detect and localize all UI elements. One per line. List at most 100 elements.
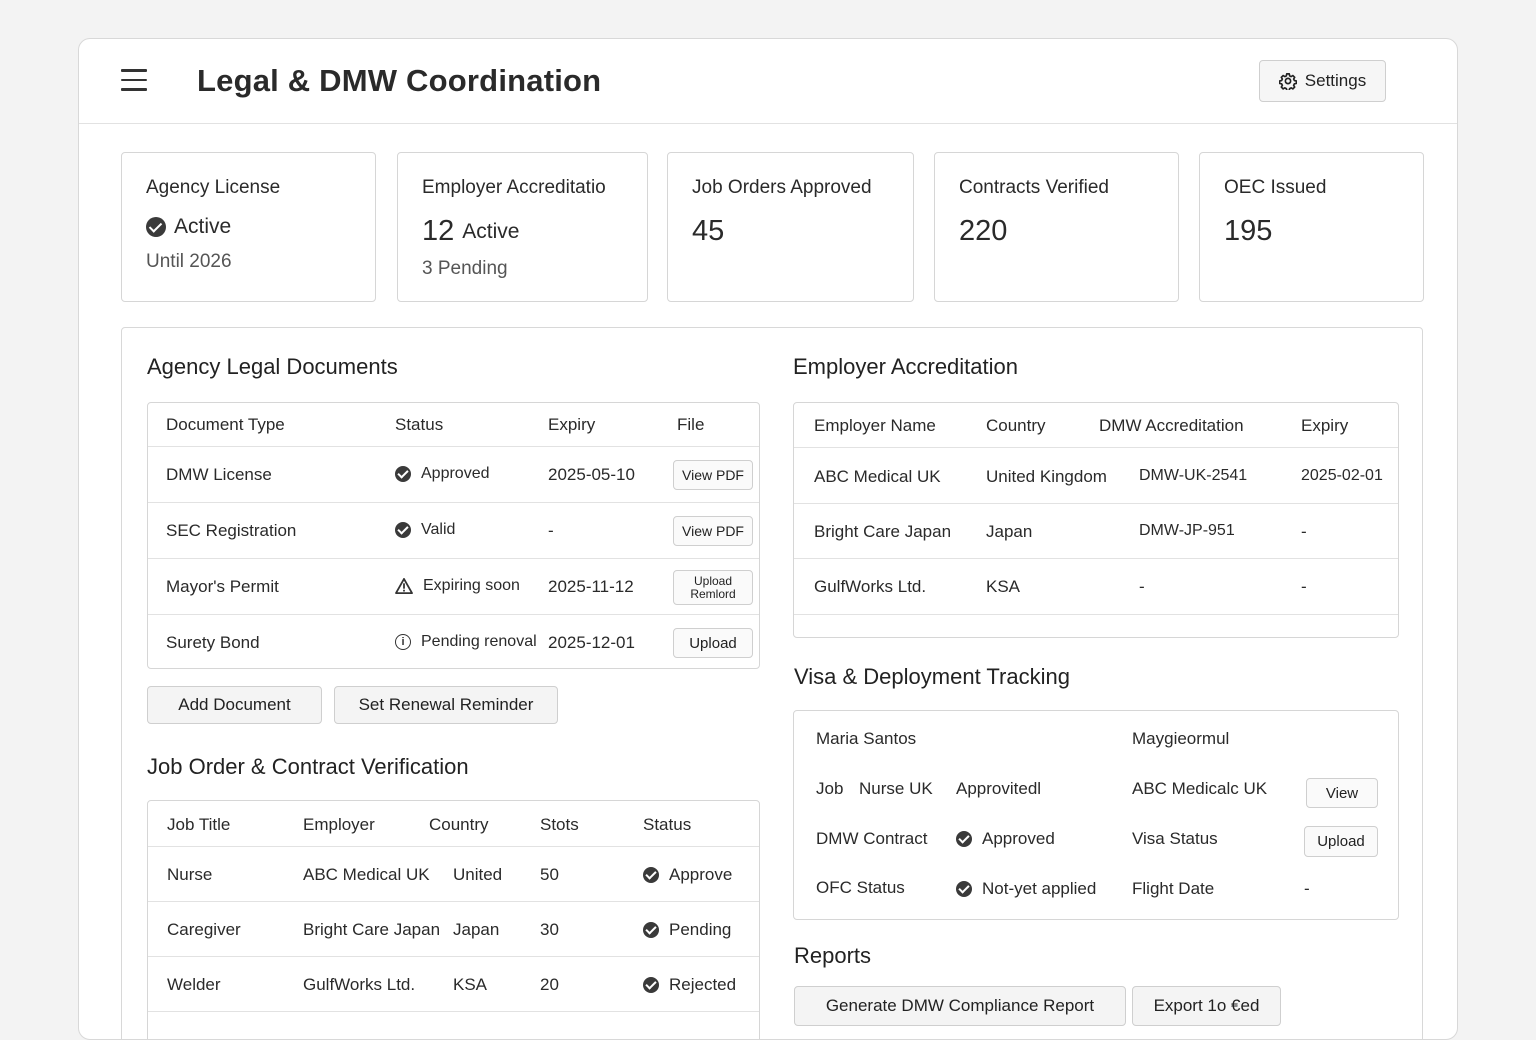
job-label: Job (816, 779, 844, 798)
employer-expiry: - (1301, 577, 1307, 596)
check-circle-icon (643, 922, 659, 938)
column-header: Country (429, 815, 489, 834)
status-text: Pending renoval (421, 633, 537, 650)
column-header: File (677, 415, 705, 434)
job-slots: 50 (540, 865, 559, 884)
employer-accreditation-title: Employer Accreditation (793, 354, 1018, 379)
settings-button[interactable]: Settings (1259, 60, 1386, 102)
doc-type: DMW License (166, 465, 272, 484)
doc-status: i Pending renoval (395, 633, 537, 651)
stat-card-oec: OEC Issued 195 (1199, 152, 1424, 302)
ofc-status: Not-yet applied (956, 879, 1096, 899)
doc-type: Mayor's Permit (166, 577, 279, 596)
job-status: Rejected (643, 975, 736, 995)
job-slots: 30 (540, 920, 559, 939)
column-header: Stots (540, 815, 579, 834)
status-text: Expiring soon (423, 577, 520, 594)
status-text: Rejected (669, 975, 737, 994)
status-text: Approved (982, 829, 1055, 848)
view-pdf-button[interactable]: View PDF (673, 516, 753, 546)
doc-type: SEC Registration (166, 521, 297, 540)
job-employer: ABC Medical UK (303, 865, 430, 884)
table-row: Surety Bond i Pending renoval 2025-12-01 … (148, 615, 759, 670)
table-header-row: Job Title Employer Country Stots Status (148, 801, 759, 847)
job-orders-title: Job Order & Contract Verification (147, 754, 469, 779)
gear-icon (1278, 73, 1297, 90)
worker-extra: Maygieormul (1132, 729, 1230, 748)
contract-status: Approved (956, 829, 1055, 849)
main-panel: Agency Legal Documents Document Type Sta… (121, 327, 1423, 1039)
check-circle-icon (146, 217, 166, 237)
job-country: Japan (453, 920, 500, 939)
employer-expiry: - (1301, 522, 1307, 541)
hamburger-menu-icon[interactable] (121, 69, 147, 91)
job-title: Welder (167, 975, 221, 994)
table-row: Caregiver Bright Care Japan Japan 30 Pen… (148, 902, 759, 957)
table-row: GulfWorks Ltd. KSA - - (794, 559, 1398, 615)
contract-label: DMW Contract (816, 829, 928, 848)
table-row: Welder GulfWorks Ltd. KSA 20 Rejected (148, 957, 759, 1012)
column-header: Employer Name (814, 416, 936, 435)
stat-value: 220 (959, 215, 1008, 247)
visa-label: Visa Status (1132, 829, 1218, 848)
doc-type: Surety Bond (166, 633, 260, 652)
view-pdf-button[interactable]: View PDF (673, 460, 753, 490)
job-title: Caregiver (167, 920, 241, 939)
page-title: Legal & DMW Coordination (197, 63, 602, 98)
table-row: Nurse ABC Medical UK United 50 Approve (148, 847, 759, 902)
job-country: United (453, 865, 503, 884)
job-country: KSA (453, 975, 488, 994)
warning-icon (395, 578, 413, 594)
upload-button[interactable]: Upload (1304, 826, 1378, 857)
generate-report-button[interactable]: Generate DMW Compliance Report (794, 986, 1126, 1026)
status-text: Valid (421, 521, 456, 538)
job-status: Approve (643, 865, 732, 885)
column-header: Status (643, 815, 692, 834)
employer-accreditation-id: DMW-UK-2541 (1139, 467, 1248, 484)
flight-value: - (1304, 879, 1310, 898)
table-row: Bright Care Japan Japan DMW-JP-951 - (794, 504, 1398, 559)
employer-accreditation-id: DMW-JP-951 (1139, 522, 1235, 539)
status-text: Approve (669, 865, 733, 884)
column-header: DMW Accreditation (1099, 416, 1244, 435)
doc-expiry: 2025-11-12 (548, 577, 634, 596)
view-button[interactable]: View (1306, 778, 1378, 808)
upload-reminder-button[interactable]: Upload Remlord (673, 570, 753, 605)
doc-expiry: - (548, 521, 554, 540)
stat-card-employer-accreditation: Employer Accreditatio 12 Active 3 Pendin… (397, 152, 648, 302)
app-window: Legal & DMW Coordination Settings Agency… (78, 38, 1458, 1040)
flight-label: Flight Date (1132, 879, 1215, 898)
job-title: Nurse (167, 865, 213, 884)
check-circle-icon (395, 522, 411, 538)
table-row: SEC Registration Valid - View PDF (148, 503, 759, 559)
reports-title: Reports (794, 943, 872, 968)
stat-suffix: Active (462, 219, 520, 243)
employer-value: ABC Medicalc UK (1132, 779, 1268, 798)
stat-value-row: 12 Active (422, 215, 647, 248)
employer-country: KSA (986, 577, 1021, 596)
doc-status: Expiring soon (395, 577, 520, 595)
legal-docs-title: Agency Legal Documents (147, 354, 398, 379)
export-button[interactable]: Export 1o €ed (1132, 986, 1281, 1026)
add-document-button[interactable]: Add Document (147, 686, 322, 724)
visa-tracking-card: Maria Santos Maygieormul Job Nurse UK Ap… (793, 710, 1399, 920)
table-row: DMW License Approved 2025-05-10 View PDF (148, 447, 759, 503)
stat-label: Employer Accreditatio (422, 177, 606, 198)
table-row: ABC Medical UK United Kingdom DMW-UK-254… (794, 448, 1398, 504)
worker-name: Maria Santos (816, 729, 917, 748)
set-renewal-reminder-button[interactable]: Set Renewal Reminder (334, 686, 558, 724)
settings-label: Settings (1304, 71, 1367, 90)
stat-label: Contracts Verified (959, 177, 1109, 198)
employer-country: Japan (986, 522, 1033, 541)
doc-expiry: 2025-05-10 (548, 465, 635, 484)
job-value: Nurse UK (859, 779, 933, 798)
stat-card-job-orders: Job Orders Approved 45 (667, 152, 914, 302)
column-header: Document Type (166, 415, 285, 434)
check-circle-icon (643, 977, 659, 993)
job-slots: 20 (540, 975, 559, 994)
job-status: Approvitedl (956, 779, 1042, 798)
table-row: Mayor's Permit Expiring soon 2025-11-12 … (148, 559, 759, 615)
upload-button[interactable]: Upload (673, 628, 753, 658)
app-header: Legal & DMW Coordination Settings (79, 39, 1457, 124)
stat-status-row: Active (146, 215, 375, 239)
